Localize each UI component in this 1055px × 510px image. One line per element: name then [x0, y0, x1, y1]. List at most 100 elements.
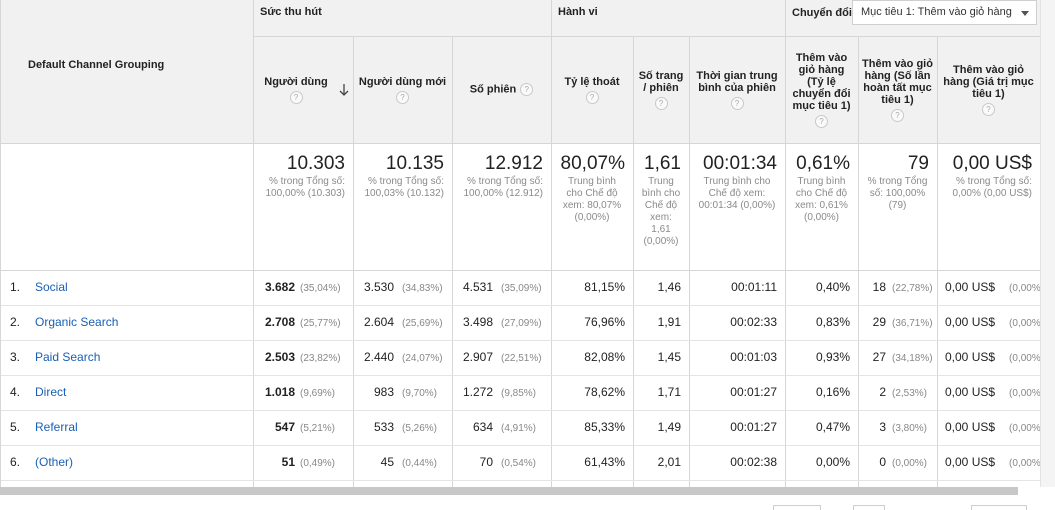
- column-header-5[interactable]: Số trang / phiên?: [637, 40, 685, 139]
- help-icon[interactable]: ?: [654, 96, 668, 110]
- metric-percent: (3,80%): [892, 423, 928, 434]
- metric-value: 51: [281, 455, 295, 469]
- column-header-2[interactable]: Người dùng mới?: [357, 40, 448, 139]
- metric-cell: 0,00 US$ (0,00%): [945, 375, 1040, 410]
- table-left-border: [0, 0, 1, 487]
- metric-value: 85,33%: [584, 420, 625, 434]
- column-header-3[interactable]: Số phiên?: [456, 40, 547, 139]
- horizontal-scrollbar[interactable]: [0, 487, 1018, 495]
- metric-value: 547: [274, 420, 295, 434]
- column-header-8[interactable]: Thêm vào giỏ hàng (Số lần hoàn tất mục t…: [862, 40, 933, 139]
- row-index: 6.: [10, 455, 21, 469]
- metric-value: 533: [373, 420, 394, 434]
- channel-link[interactable]: Direct: [35, 375, 66, 410]
- column-divider: [452, 36, 453, 487]
- metric-value: 2: [879, 385, 886, 399]
- metric-percent: (25,77%): [300, 318, 341, 329]
- column-divider: [785, 0, 786, 487]
- row-index: 1.: [10, 280, 21, 294]
- metric-value: 0,93%: [815, 350, 850, 364]
- metric-percent: (5,26%): [402, 423, 438, 434]
- group-conversions: Chuyển đổi: [792, 7, 852, 19]
- metric-value: 00:02:38: [730, 455, 777, 469]
- total-subtitle: % trong Tổng số: 100,00% (12.912): [463, 176, 543, 199]
- column-header-4[interactable]: Tỷ lệ thoát?: [555, 40, 629, 139]
- metric-percent: (0,54%): [501, 458, 537, 469]
- vertical-scrollbar[interactable]: [1040, 0, 1055, 487]
- metric-percent: (36,71%): [892, 318, 933, 329]
- goal-select[interactable]: Mục tiêu 1: Thêm vào giỏ hàng: [852, 0, 1037, 25]
- channel-link[interactable]: Paid Search: [35, 340, 100, 375]
- metric-percent: (0,00%): [1009, 458, 1040, 469]
- row-index: 3.: [10, 350, 21, 364]
- group-acquisition: Sức thu hút: [260, 6, 322, 18]
- column-header-7[interactable]: Thêm vào giỏ hàng (Tỷ lệ chuyển đổi mục …: [789, 40, 854, 139]
- help-icon[interactable]: ?: [982, 102, 995, 116]
- total-subtitle: % trong Tổng số: 100,03% (10.132): [364, 176, 444, 199]
- metric-value: 1,71: [657, 385, 681, 399]
- total-subtitle: % trong Tổng số: 100,00% (10.303): [265, 176, 345, 199]
- help-icon[interactable]: ?: [520, 83, 534, 96]
- total-value: 79: [907, 153, 929, 174]
- column-header-1[interactable]: Người dùng?: [257, 40, 349, 139]
- metric-value: 81,15%: [584, 280, 625, 294]
- metric-value: 45: [380, 455, 394, 469]
- metric-percent: (9,69%): [300, 388, 336, 399]
- total-subtitle: Trung bình cho Chế độ xem: 00:01:34 (0,0…: [698, 176, 776, 211]
- help-icon[interactable]: ?: [396, 90, 409, 104]
- metric-value: 634: [472, 420, 493, 434]
- metric-cell: 1.272 (9,85%): [460, 375, 547, 410]
- metric-percent: (0,00%): [1009, 283, 1040, 294]
- total-value: 00:01:34: [703, 153, 777, 174]
- metric-percent: (0,44%): [402, 458, 438, 469]
- help-icon[interactable]: ?: [730, 96, 744, 110]
- pager-nav[interactable]: [971, 505, 1027, 510]
- metric-cell: 0,00 US$ (0,00%): [945, 340, 1040, 375]
- metric-cell: 70 (0,54%): [460, 445, 547, 480]
- metric-value: 82,08%: [584, 350, 625, 364]
- total-subtitle: Trung bình cho Chế độ xem: 80,07% (0,00%…: [562, 176, 622, 223]
- metric-percent: (34,18%): [892, 353, 933, 364]
- help-icon[interactable]: ?: [585, 90, 599, 104]
- channel-link[interactable]: Social: [35, 270, 68, 305]
- metric-cell: 0 (0,00%): [866, 445, 935, 480]
- metric-cell: 0,00 US$ (0,00%): [945, 410, 1040, 445]
- help-icon[interactable]: ?: [289, 90, 303, 104]
- metric-value: 1.018: [264, 385, 295, 399]
- metric-value: 00:01:27: [730, 385, 777, 399]
- channel-link[interactable]: (Other): [35, 445, 73, 480]
- column-header-9[interactable]: Thêm vào giỏ hàng (Giá trị mục tiêu 1)?: [943, 40, 1034, 139]
- metric-cell: 3 (3,80%): [866, 410, 935, 445]
- total-value: 0,00 US$: [952, 153, 1032, 174]
- metric-cell: 2.440 (24,07%): [361, 340, 448, 375]
- metric-percent: (9,85%): [501, 388, 537, 399]
- metric-value: 76,96%: [584, 315, 625, 329]
- pager-select[interactable]: [853, 505, 885, 510]
- metric-value: 00:01:27: [730, 420, 777, 434]
- metric-value: 0,00 US$: [945, 350, 996, 364]
- total-value: 0,61%: [796, 153, 850, 174]
- column-divider: [253, 0, 254, 487]
- metric-cell: 2.708 (25,77%): [261, 305, 349, 340]
- row-index: 5.: [10, 420, 21, 434]
- dimension-header[interactable]: Default Channel Grouping: [28, 59, 164, 71]
- column-header-label: Người dùng: [264, 75, 328, 88]
- chevron-down-icon: [1021, 11, 1029, 16]
- metric-cell: 0,00 US$ (0,00%): [945, 270, 1040, 305]
- metric-value: 0,47%: [815, 420, 850, 434]
- column-header-6[interactable]: Thời gian trung bình của phiên?: [693, 40, 781, 139]
- pager-input[interactable]: [773, 505, 821, 510]
- metric-percent: (0,49%): [300, 458, 336, 469]
- channel-link[interactable]: Referral: [35, 410, 78, 445]
- metric-value: 18: [872, 280, 886, 294]
- metric-cell: 2.503 (23,82%): [261, 340, 349, 375]
- metric-value: 0,16%: [815, 385, 850, 399]
- metric-value: 1,45: [657, 350, 681, 364]
- column-divider: [551, 0, 552, 487]
- help-icon[interactable]: ?: [815, 114, 828, 128]
- metric-value: 00:01:11: [731, 280, 777, 294]
- help-icon[interactable]: ?: [891, 108, 904, 122]
- channel-link[interactable]: Organic Search: [35, 305, 118, 340]
- metric-percent: (22,51%): [501, 353, 542, 364]
- metric-cell: 547 (5,21%): [261, 410, 349, 445]
